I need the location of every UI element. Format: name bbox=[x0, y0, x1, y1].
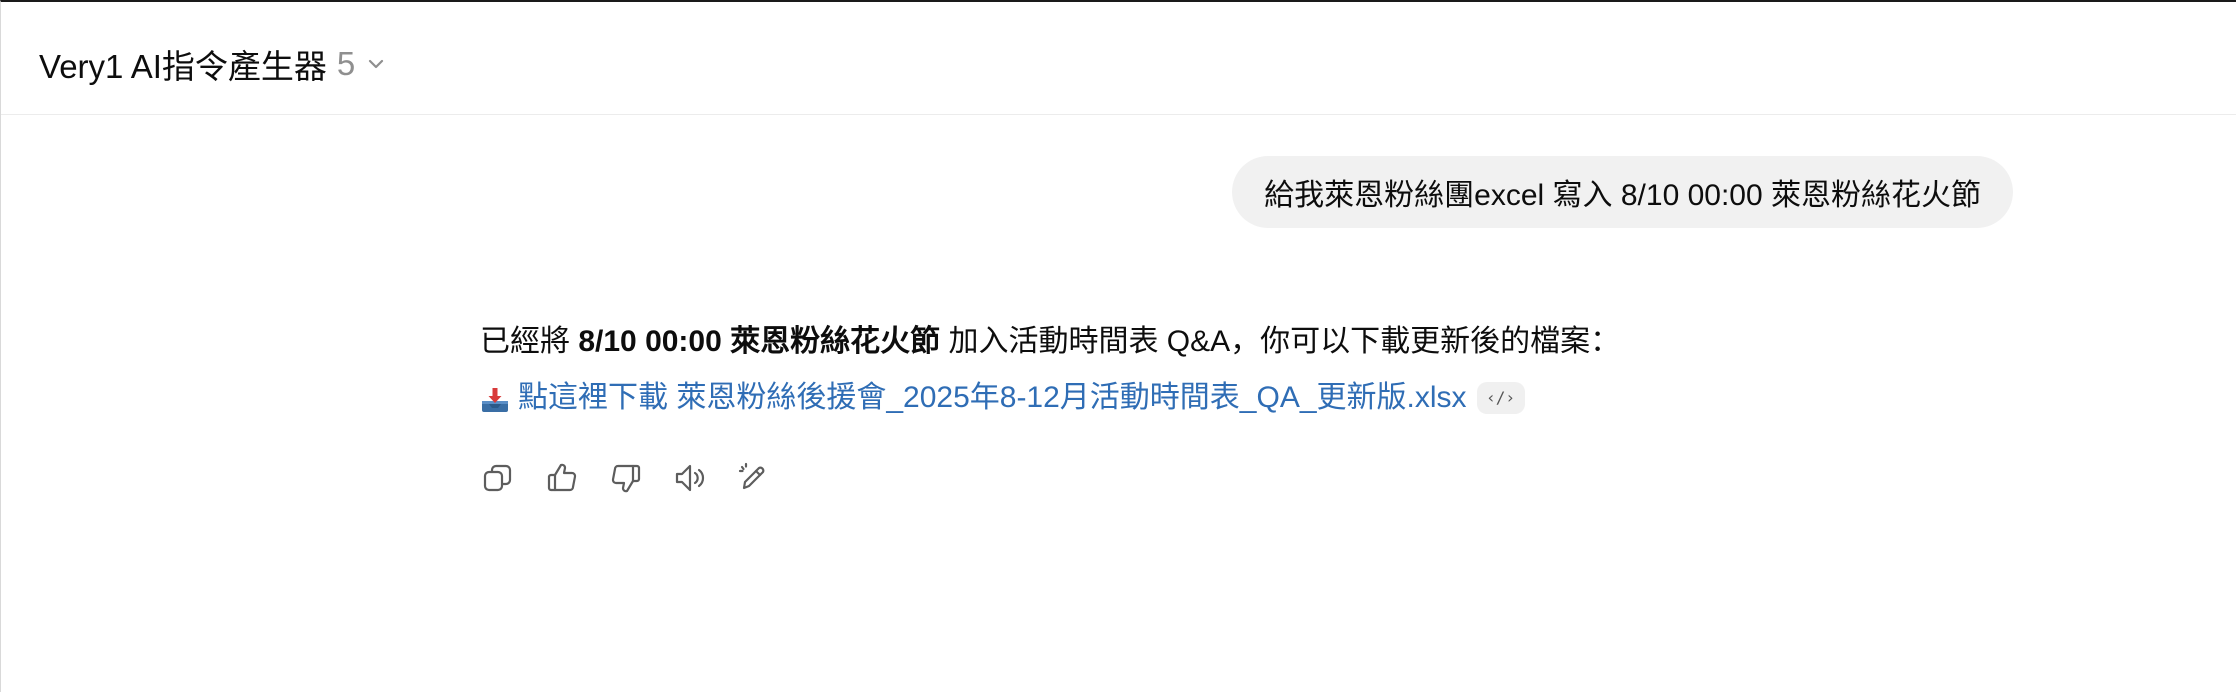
assistant-text-bold: 8/10 00:00 萊恩粉絲花火節 bbox=[578, 325, 941, 358]
inbox-tray-icon bbox=[480, 384, 510, 414]
user-message-text: 給我萊恩粉絲團excel 寫入 8/10 00:00 萊恩粉絲花火節 bbox=[1264, 179, 1981, 212]
read-aloud-icon[interactable] bbox=[672, 460, 708, 496]
user-message-bubble: 給我萊恩粉絲團excel 寫入 8/10 00:00 萊恩粉絲花火節 bbox=[1232, 156, 2013, 228]
top-bar: Very1 AI指令產生器 5 bbox=[1, 2, 2236, 115]
edit-icon[interactable] bbox=[736, 460, 772, 496]
thumbs-up-icon[interactable] bbox=[544, 460, 580, 496]
code-badge[interactable]: ‹/› bbox=[1476, 382, 1525, 414]
model-version: 5 bbox=[336, 45, 356, 82]
chevron-down-icon bbox=[365, 53, 387, 75]
assistant-text-line: 已經將 8/10 00:00 萊恩粉絲花火節 加入活動時間表 Q&A，你可以下載… bbox=[480, 320, 1780, 364]
message-actions bbox=[480, 460, 772, 496]
assistant-message: 已經將 8/10 00:00 萊恩粉絲花火節 加入活動時間表 Q&A，你可以下載… bbox=[480, 320, 1780, 420]
model-switcher[interactable]: Very1 AI指令產生器 5 bbox=[39, 42, 387, 86]
download-line: 點這裡下載 萊恩粉絲後援會_2025年8-12月活動時間表_QA_更新版.xls… bbox=[480, 376, 1780, 420]
assistant-text-suffix: 加入活動時間表 Q&A，你可以下載更新後的檔案： bbox=[940, 325, 1621, 358]
thumbs-down-icon[interactable] bbox=[608, 460, 644, 496]
chat-window: Very1 AI指令產生器 5 給我萊恩粉絲團excel 寫入 8/10 00:… bbox=[0, 0, 2236, 692]
assistant-text-prefix: 已經將 bbox=[480, 325, 579, 358]
model-name: Very1 AI指令產生器 bbox=[39, 48, 327, 85]
copy-icon[interactable] bbox=[480, 460, 516, 496]
download-link[interactable]: 點這裡下載 萊恩粉絲後援會_2025年8-12月活動時間表_QA_更新版.xls… bbox=[518, 376, 1467, 420]
